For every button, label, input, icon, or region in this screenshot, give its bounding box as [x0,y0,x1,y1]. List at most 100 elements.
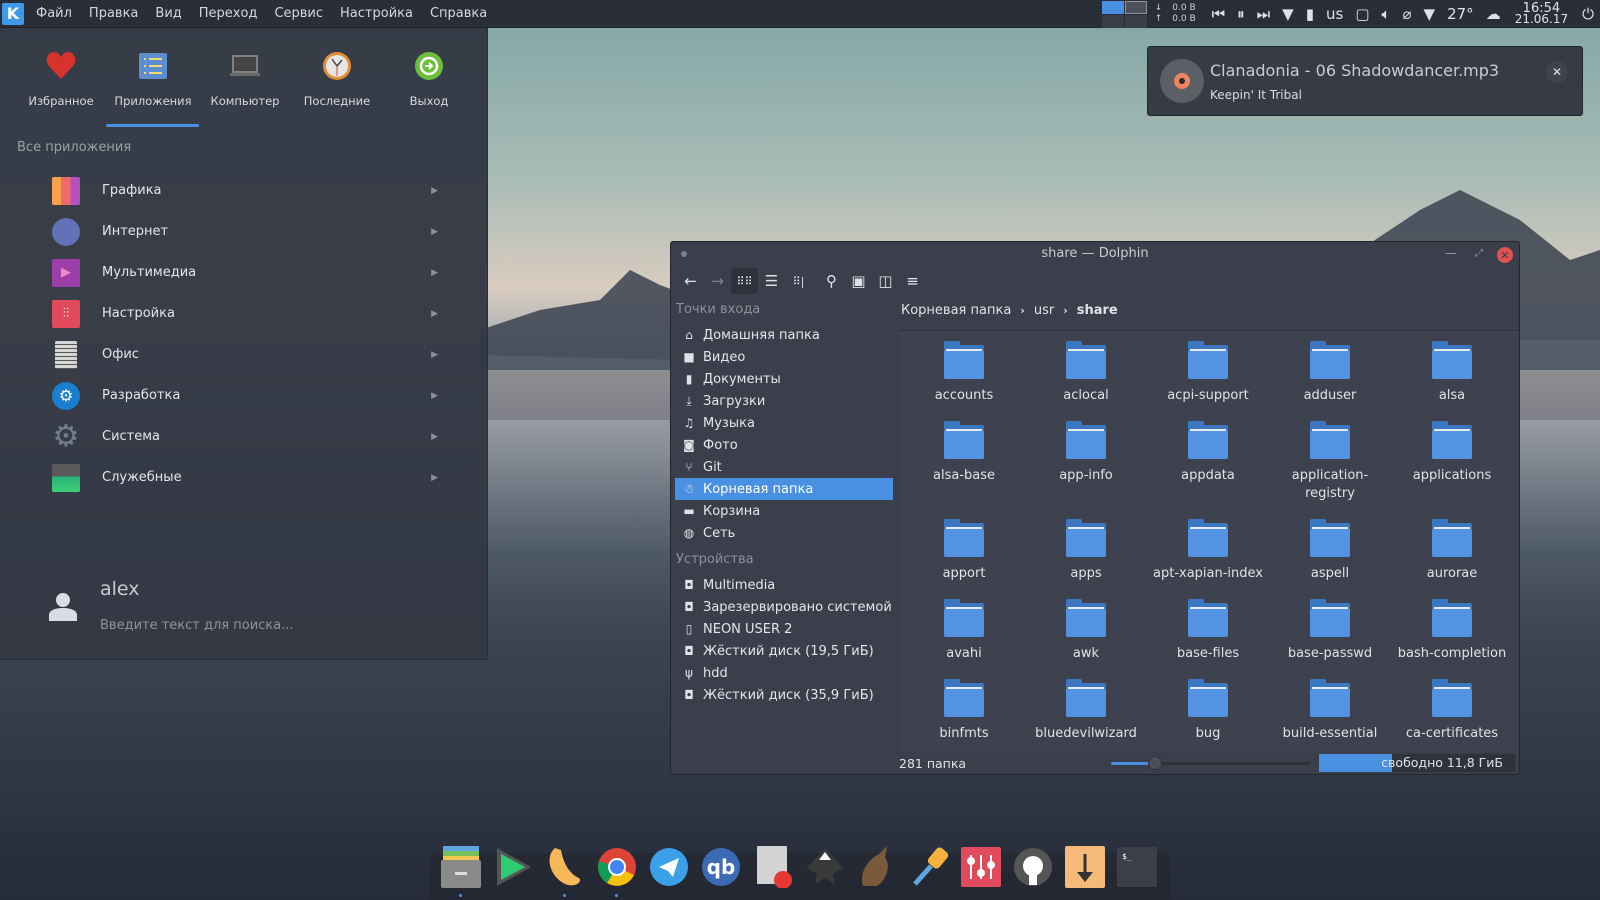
menu-file[interactable]: Файл [36,6,72,21]
weather-icon[interactable]: ☁ [1486,5,1501,23]
breadcrumb-root[interactable]: Корневая папка [901,303,1011,318]
tab-favorites[interactable]: Избранное [15,50,107,108]
device-item[interactable]: ◘ Зарезервировано системой [675,596,893,618]
maximize-button[interactable]: ⤢ [1475,248,1483,259]
temperature[interactable]: 27° [1447,5,1474,23]
device-item[interactable]: ◘ Жёсткий диск (19,5 ГиБ) [675,640,893,662]
clipboard-icon[interactable]: ⌀ [1403,5,1412,23]
place-item[interactable]: ☃ Корневая папка [675,478,893,500]
breadcrumb-usr[interactable]: usr [1034,303,1054,318]
folder-item[interactable]: awk [1025,599,1147,679]
clock[interactable]: 16:54 21.06.17 [1515,2,1568,25]
details-view-button[interactable]: ⠿| [785,268,812,294]
place-item[interactable]: ▬ Корзина [675,500,893,522]
mango-icon[interactable] [544,846,586,897]
place-item[interactable]: ♫ Музыка [675,412,893,434]
folder-item[interactable]: base-files [1147,599,1269,679]
folder-item[interactable]: binfmts [903,679,1025,759]
krita-icon[interactable] [856,846,898,888]
folder-item[interactable]: apt-xapian-index [1147,519,1269,599]
expand-icon[interactable]: ▼ [1282,5,1294,23]
preview-icon[interactable]: ▣ [845,268,872,294]
category-office[interactable]: Офис ▶ [0,334,488,375]
menu-help[interactable]: Справка [430,6,487,21]
display-icon[interactable]: ▢ [1355,5,1369,23]
power-icon[interactable]: ⏻ [1582,5,1594,23]
place-item[interactable]: ⌂ Домашняя папка [675,324,893,346]
close-notification-button[interactable]: ✕ [1546,61,1568,83]
folder-item[interactable]: aclocal [1025,341,1147,421]
folder-item[interactable]: applications [1391,421,1513,519]
media-notification[interactable]: Clanadonia - 06 Shadowdancer.mp3 Keepin'… [1147,46,1583,116]
file-manager-icon[interactable] [440,846,482,897]
category-system[interactable]: ⚙ Система ▶ [0,416,488,457]
hamburger-menu-icon[interactable]: ≡ [899,268,926,294]
split-view-icon[interactable]: ◫ [872,268,899,294]
device-item[interactable]: ψ hdd [675,662,893,684]
play-store-icon[interactable] [492,846,534,888]
folder-item[interactable]: apps [1025,519,1147,599]
place-item[interactable]: ▮ Документы [675,368,893,390]
media-next-icon[interactable]: ⏭ [1257,5,1271,23]
folder-item[interactable]: base-passwd [1269,599,1391,679]
volume-icon[interactable]: 🔈︎ [1382,5,1391,23]
category-graphics[interactable]: Графика ▶ [0,170,488,211]
place-item[interactable]: ⑂ Git [675,456,893,478]
place-item[interactable]: ■ Видео [675,346,893,368]
folder-item[interactable]: app-info [1025,421,1147,519]
folder-item[interactable]: apport [903,519,1025,599]
virtual-desktop-pager[interactable] [1101,0,1147,28]
menu-go[interactable]: Переход [199,6,258,21]
inkscape-icon[interactable] [804,846,846,888]
folder-item[interactable]: avahi [903,599,1025,679]
menu-settings[interactable]: Настройка [340,6,413,21]
media-prev-icon[interactable]: ⏮ [1212,5,1226,23]
forward-button[interactable]: → [704,268,731,294]
color-picker-icon[interactable] [908,846,950,888]
folder-item[interactable]: alsa [1391,341,1513,421]
text-editor-icon[interactable] [752,846,794,888]
tray-expand-icon[interactable]: ▼ [1424,5,1436,23]
category-internet[interactable]: Интернет ▶ [0,211,488,252]
minimize-button[interactable]: — [1445,246,1457,260]
telegram-icon[interactable] [648,846,690,888]
usb-device-icon[interactable]: ▮ [1306,5,1314,23]
folder-item[interactable]: accounts [903,341,1025,421]
category-settings[interactable]: ⫶⫶ Настройка ▶ [0,293,488,334]
desktop-1[interactable] [1101,0,1124,14]
category-multimedia[interactable]: ▶ Мультимедиа ▶ [0,252,488,293]
desktop-3[interactable] [1101,14,1124,28]
tab-applications[interactable]: Приложения [107,50,199,108]
folder-item[interactable]: build-essential [1269,679,1391,759]
place-item[interactable]: ⤓ Загрузки [675,390,893,412]
menu-edit[interactable]: Правка [89,6,138,21]
tab-computer[interactable]: Компьютер [199,50,291,108]
menu-view[interactable]: Вид [155,6,181,21]
tab-logout[interactable]: Выход [383,50,475,108]
device-item[interactable]: ◘ Multimedia [675,574,893,596]
downloader-icon[interactable] [1064,846,1106,888]
place-item[interactable]: ◍ Сеть [675,522,893,544]
back-button[interactable]: ← [677,268,704,294]
folder-item[interactable]: adduser [1269,341,1391,421]
place-item[interactable]: ◙ Фото [675,434,893,456]
qbittorrent-icon[interactable]: qb [700,846,742,888]
folder-item[interactable]: bluedevilwizard [1025,679,1147,759]
close-button[interactable]: ✕ [1497,247,1513,263]
folder-item[interactable]: ca-certificates [1391,679,1513,759]
device-item[interactable]: ◘ Жёсткий диск (35,9 ГиБ) [675,684,893,706]
search-icon[interactable]: ⚲ [818,268,845,294]
kde-menu-icon[interactable]: K [2,2,24,25]
icons-view-button[interactable]: ⠿⠿ [731,268,758,294]
breadcrumb-share[interactable]: share [1077,303,1118,318]
folder-item[interactable]: alsa-base [903,421,1025,519]
folder-item[interactable]: appdata [1147,421,1269,519]
media-pause-icon[interactable]: ⏸ [1237,5,1245,23]
folder-item[interactable]: application-registry [1269,421,1391,519]
compact-view-button[interactable]: ☰ [758,268,785,294]
category-utilities[interactable]: Служебные ▶ [0,457,488,498]
folder-item[interactable]: bug [1147,679,1269,759]
zoom-slider-handle[interactable] [1148,756,1162,770]
zoom-slider[interactable] [1111,756,1311,770]
search-input[interactable] [100,618,400,633]
